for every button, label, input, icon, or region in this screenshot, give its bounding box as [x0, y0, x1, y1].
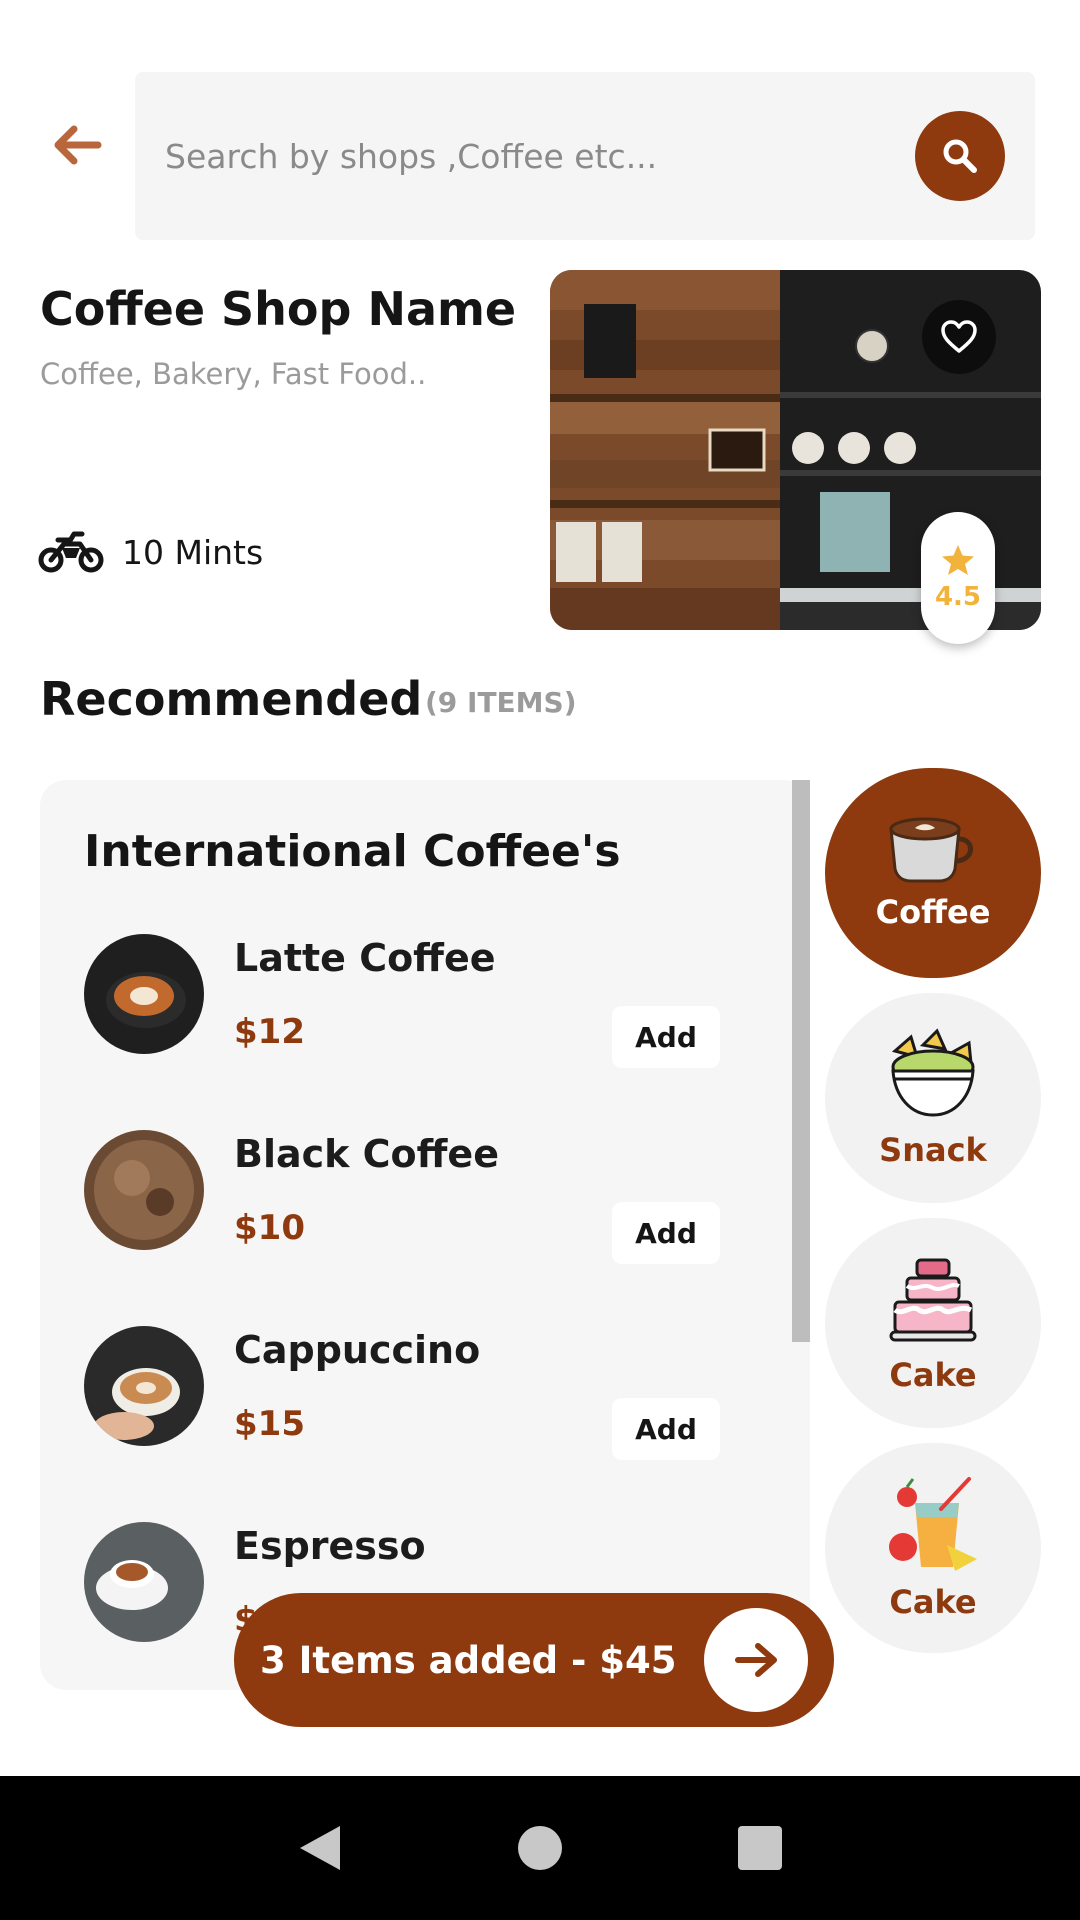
back-button[interactable]	[52, 125, 118, 185]
nav-back-button[interactable]	[290, 1818, 350, 1878]
triangle-back-icon	[300, 1826, 340, 1870]
shop-name: Coffee Shop Name	[40, 282, 517, 336]
system-nav-bar	[0, 1776, 1080, 1920]
arrow-left-icon	[54, 125, 102, 165]
latte-thumbnail	[84, 934, 204, 1054]
menu-item: Cappuccino $15 Add	[84, 1326, 724, 1460]
search-input[interactable]	[165, 122, 865, 190]
shop-categories: Coffee, Bakery, Fast Food..	[40, 357, 427, 391]
coffee-cup-icon	[889, 817, 973, 883]
category-label: Snack	[879, 1131, 987, 1169]
recommended-count: (9 ITEMS)	[425, 686, 577, 719]
item-name: Espresso	[234, 1524, 426, 1568]
delivery-time: 10 Mints	[122, 532, 264, 572]
nachos-bowl-icon	[891, 1028, 975, 1117]
add-button[interactable]: Add	[612, 1006, 720, 1068]
category-coffee[interactable]: Coffee	[825, 768, 1041, 978]
category-snack[interactable]: Snack	[825, 993, 1041, 1203]
menu-item: Latte Coffee $12 Add	[84, 934, 724, 1068]
item-price: $12	[234, 1012, 305, 1052]
menu-list[interactable]: International Coffee's Latte Coffee $12 …	[40, 780, 810, 1690]
item-name: Latte Coffee	[234, 936, 496, 980]
add-button[interactable]: Add	[612, 1398, 720, 1460]
motorbike-icon	[38, 531, 104, 573]
cart-summary-bar[interactable]: 3 Items added - $45	[234, 1593, 834, 1727]
heart-icon	[941, 320, 977, 353]
item-name: Black Coffee	[234, 1132, 499, 1176]
rating-badge: 4.5	[921, 512, 995, 644]
item-name: Cappuccino	[234, 1328, 481, 1372]
item-price: $10	[234, 1208, 305, 1248]
delivery-info: 10 Mints	[38, 530, 263, 574]
cake-icon	[889, 1258, 977, 1342]
espresso-thumbnail	[84, 1522, 204, 1642]
recommended-title: Recommended	[40, 672, 423, 726]
arrow-right-icon	[735, 1643, 777, 1677]
square-recents-icon	[738, 1826, 782, 1870]
cappuccino-thumbnail	[84, 1326, 204, 1446]
category-label: Coffee	[875, 893, 991, 931]
juice-fruit-icon	[889, 1477, 977, 1571]
add-button[interactable]: Add	[612, 1202, 720, 1264]
circle-home-icon	[518, 1826, 562, 1870]
search-bar	[135, 72, 1035, 240]
rating-value: 4.5	[934, 582, 982, 612]
category-drinks[interactable]: Cake	[825, 1443, 1041, 1653]
black-coffee-thumbnail	[84, 1130, 204, 1250]
menu-item: Black Coffee $10 Add	[84, 1130, 724, 1264]
menu-section-title: International Coffee's	[84, 826, 621, 877]
checkout-button[interactable]	[704, 1608, 808, 1712]
nav-home-button[interactable]	[510, 1818, 570, 1878]
category-label: Cake	[889, 1356, 977, 1394]
item-price: $15	[234, 1404, 305, 1444]
star-icon	[942, 545, 974, 575]
menu-scrollbar[interactable]	[792, 780, 810, 1342]
favorite-button[interactable]	[922, 300, 996, 374]
category-label: Cake	[889, 1583, 977, 1621]
category-cake[interactable]: Cake	[825, 1218, 1041, 1428]
search-icon	[943, 139, 977, 173]
cart-summary: 3 Items added - $45	[260, 1638, 677, 1682]
search-button[interactable]	[915, 111, 1005, 201]
nav-recents-button[interactable]	[730, 1818, 790, 1878]
